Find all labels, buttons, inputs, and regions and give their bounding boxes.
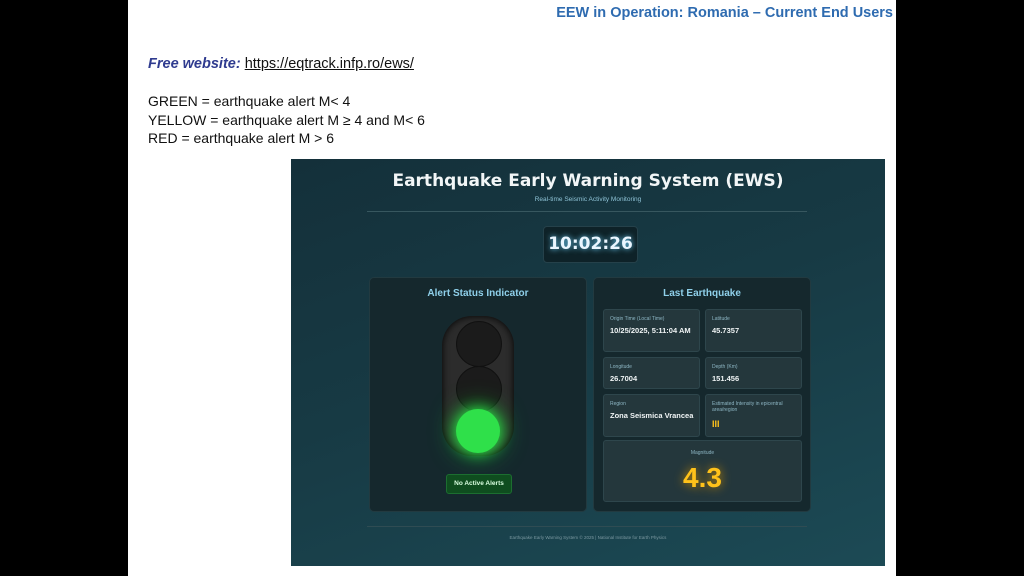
region-cell: Region Zona Seismica Vrancea [603,394,700,437]
longitude-value: 26.7004 [610,374,638,383]
region-label: Region [610,401,626,407]
website-link[interactable]: https://eqtrack.infp.ro/ews/ [245,56,414,72]
yellow-light [456,366,502,412]
magnitude-label: Magnitude [690,450,715,456]
legend-red: RED = earthquake alert M > 6 [148,130,334,146]
origin-time-cell: Origin Time (Local Time) 10/25/2025, 5:1… [603,309,700,352]
legend-green: GREEN = earthquake alert M< 4 [148,93,351,109]
origin-time-value: 10/25/2025, 5:11:04 AM [610,326,691,335]
traffic-light [442,316,514,456]
alert-status-panel: Alert Status Indicator No Active Alerts [369,277,587,512]
green-light [456,409,500,453]
legend-yellow: YELLOW = earthquake alert M ≥ 4 and M< 6 [148,111,425,128]
depth-value: 151.456 [712,374,740,383]
longitude-label: Longitude [610,364,632,370]
slide-title: EEW in Operation: Romania – Current End … [556,5,893,21]
ews-screenshot: Earthquake Early Warning System (EWS) Re… [291,159,885,566]
intensity-label: Estimated Intensity in epicentral area/r… [712,401,783,413]
clock: 10:02:26 [543,226,638,263]
latitude-cell: Latitude 45.7357 [705,309,802,352]
longitude-cell: Longitude 26.7004 [603,357,700,389]
website-label: Free website: [148,56,241,72]
depth-label: Depth (Km) [712,364,738,370]
slide: EEW in Operation: Romania – Current End … [128,0,896,576]
magnitude-cell: Magnitude 4.3 [603,440,802,502]
alert-panel-title: Alert Status Indicator [427,288,529,299]
region-value: Zona Seismica Vrancea [610,411,694,420]
no-active-alerts-button[interactable]: No Active Alerts [446,474,512,494]
latitude-value: 45.7357 [712,326,740,335]
ews-footer: Earthquake Early Warning System © 2025 |… [509,535,667,540]
website-line: Free website: https://eqtrack.infp.ro/ew… [148,56,414,72]
ews-subtitle: Real-time Seismic Activity Monitoring [534,196,642,203]
origin-time-label: Origin Time (Local Time) [610,316,665,322]
last-earthquake-panel: Last Earthquake Origin Time (Local Time)… [593,277,811,512]
alert-legend: GREEN = earthquake alert M< 4 YELLOW = e… [148,92,425,148]
magnitude-value: 4.3 [683,462,722,493]
quake-panel-title: Last Earthquake [663,288,741,299]
red-light [456,321,502,367]
intensity-cell: Estimated Intensity in epicentral area/r… [705,394,802,437]
ews-title: Earthquake Early Warning System (EWS) [392,171,784,191]
intensity-value: III [712,419,720,429]
header-divider [367,211,807,212]
latitude-label: Latitude [712,316,730,322]
footer-divider [367,526,807,527]
depth-cell: Depth (Km) 151.456 [705,357,802,389]
